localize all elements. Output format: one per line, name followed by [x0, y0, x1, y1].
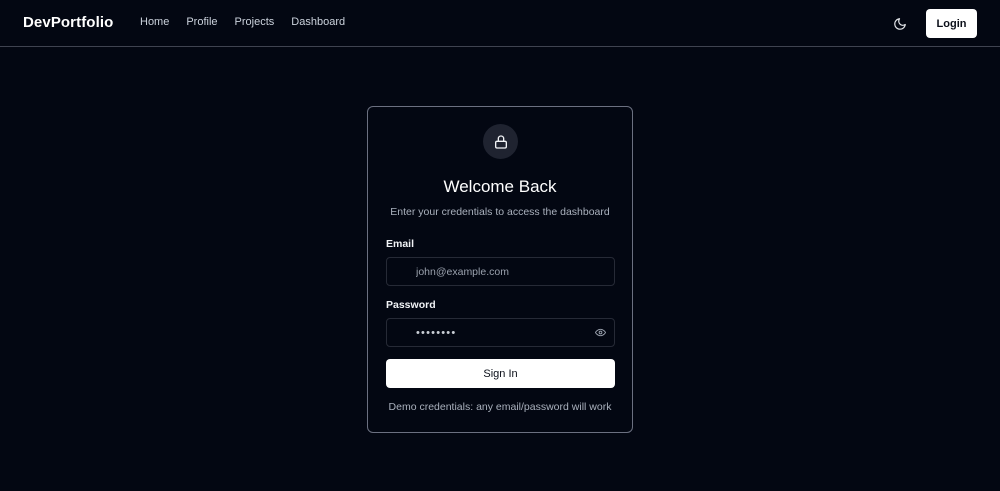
nav-link-dashboard[interactable]: Dashboard: [291, 16, 345, 28]
brand-logo-text[interactable]: DevPortfolio: [23, 14, 113, 31]
demo-credentials-note: Demo credentials: any email/password wil…: [388, 401, 612, 413]
theme-toggle-button[interactable]: [891, 15, 909, 33]
password-field-wrapper[interactable]: ••••••••: [386, 318, 615, 347]
main-nav: Home Profile Projects Dashboard: [140, 16, 345, 28]
eye-icon[interactable]: [594, 327, 607, 338]
card-title: Welcome Back: [443, 177, 557, 196]
email-input[interactable]: [416, 258, 596, 285]
top-navbar: DevPortfolio Home Profile Projects Dashb…: [0, 0, 1000, 47]
moon-icon: [894, 18, 906, 30]
password-input[interactable]: ••••••••: [416, 327, 456, 339]
card-subtitle: Enter your credentials to access the das…: [390, 206, 610, 218]
nav-link-profile[interactable]: Profile: [186, 16, 217, 28]
sign-in-button[interactable]: Sign In: [386, 359, 615, 388]
login-card: Welcome Back Enter your credentials to a…: [367, 106, 633, 433]
nav-link-home[interactable]: Home: [140, 16, 169, 28]
email-field-wrapper: [386, 257, 615, 286]
lock-icon-badge: [483, 124, 518, 159]
nav-link-projects[interactable]: Projects: [235, 16, 275, 28]
lock-icon: [494, 134, 507, 149]
email-label: Email: [386, 238, 415, 250]
login-button[interactable]: Login: [926, 9, 977, 38]
password-label: Password: [386, 299, 436, 311]
